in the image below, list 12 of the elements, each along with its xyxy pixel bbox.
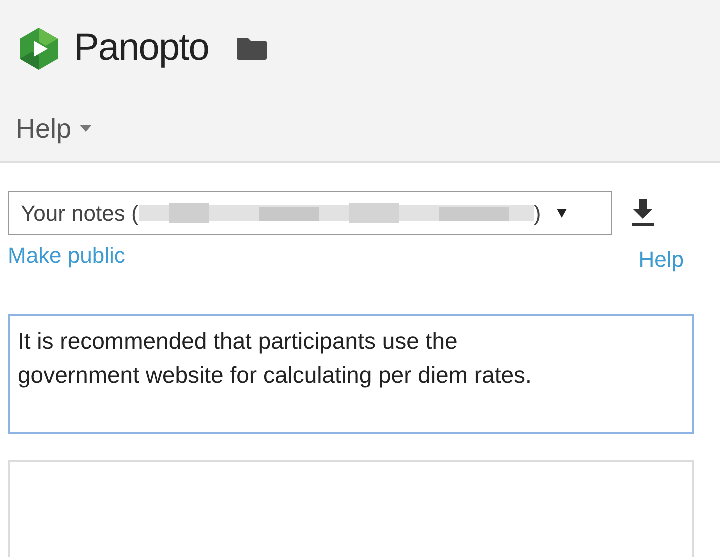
note-text: It is recommended that participants use the government website for calculating per diem rates. [18, 327, 533, 390]
dropdown-caret-icon [557, 208, 568, 218]
note-editor[interactable]: It is recommended that participants use the government website for calculating per diem rates. [8, 314, 694, 434]
folder-icon[interactable] [236, 38, 267, 60]
logo-text: Panopto [74, 26, 209, 71]
download-icon[interactable] [632, 199, 654, 227]
caret-icon [80, 125, 92, 134]
help-menu[interactable]: Help [16, 109, 92, 150]
selector-label-end: ) [534, 200, 542, 228]
new-note-field[interactable] [8, 460, 694, 557]
notes-selector[interactable]: Your notes ( ) [8, 191, 612, 235]
selector-label-start: Your notes ( [21, 200, 139, 228]
